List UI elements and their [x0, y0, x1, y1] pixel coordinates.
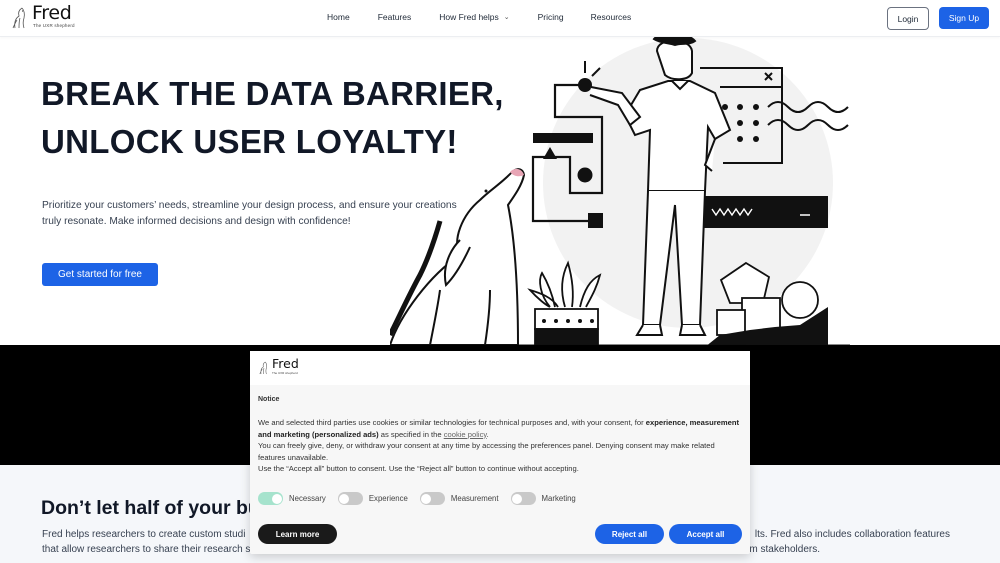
notice-text-line2: You can freely give, deny, or withdraw y… — [258, 441, 715, 462]
signup-button[interactable]: Sign Up — [939, 7, 989, 29]
nav-how-fred-helps-label: How Fred helps — [439, 12, 499, 22]
nav-how-fred-helps[interactable]: How Fred helps ⌄ — [439, 12, 509, 22]
main-menu: Home Features How Fred helps ⌄ Pricing R… — [327, 12, 631, 22]
dog-logo-icon — [12, 7, 25, 29]
nav-pricing[interactable]: Pricing — [538, 12, 564, 22]
brand-name: Fred — [32, 2, 72, 24]
cookie-dialog-header: Fred The UXR shepherd — [250, 351, 750, 385]
toggle-switch-off[interactable] — [419, 492, 445, 505]
toggle-switch-off[interactable] — [510, 492, 536, 505]
notice-text-part1: We and selected third parties use cookie… — [258, 418, 646, 427]
login-button[interactable]: Login — [887, 7, 929, 30]
toggle-marketing[interactable]: Marketing — [510, 492, 576, 505]
notice-heading: Notice — [258, 396, 280, 403]
bar-shape — [533, 133, 593, 143]
top-navigation: Fred The UXR shepherd Home Features How … — [0, 0, 1000, 37]
reject-all-button[interactable]: Reject all — [595, 524, 664, 544]
toggle-experience[interactable]: Experience — [337, 492, 408, 505]
toggle-necessary[interactable]: Necessary — [258, 492, 326, 505]
brand-tagline: The UXR shepherd — [33, 23, 75, 28]
notice-text-part3: . — [486, 429, 489, 439]
notice-text-part2: as specified in the — [378, 429, 444, 439]
learn-more-button[interactable]: Learn more — [258, 524, 337, 544]
hero-illustration — [390, 35, 850, 347]
cookie-policy-link[interactable]: cookie policy — [444, 430, 487, 439]
notice-text: We and selected third parties use cookie… — [258, 417, 743, 475]
section-paragraph-left-1: Fred helps researchers to create custom … — [42, 529, 246, 540]
light-dot — [578, 78, 592, 92]
dog — [390, 168, 526, 346]
toggle-switch-on[interactable] — [258, 492, 283, 505]
dog-logo-icon — [259, 361, 267, 375]
toggle-label: Experience — [368, 494, 408, 503]
section-paragraph-right-2: m stakeholders. — [749, 543, 820, 555]
toggle-switch-off[interactable] — [337, 492, 363, 505]
cookie-brand-name: Fred — [272, 356, 299, 371]
get-started-button[interactable]: Get started for free — [42, 263, 158, 286]
nav-features[interactable]: Features — [378, 12, 412, 22]
toggle-label: Measurement — [450, 494, 499, 503]
section-paragraph-right-1: lts. Fred also includes collaboration fe… — [754, 529, 950, 540]
accept-all-button[interactable]: Accept all — [669, 524, 742, 544]
notice-text-line3: Use the “Accept all” button to consent. … — [258, 464, 579, 473]
section-title: Don’t let half of your bu — [41, 497, 260, 519]
section-paragraph-left-2: that allow researchers to share their re… — [42, 543, 251, 555]
toggle-measurement[interactable]: Measurement — [419, 492, 499, 505]
consent-toggles: Necessary Experience Measurement Marketi… — [258, 492, 588, 505]
toggle-label: Marketing — [541, 494, 576, 503]
cookie-consent-dialog: Fred The UXR shepherd Notice We and sele… — [250, 351, 750, 554]
square-shape — [588, 213, 603, 228]
cookie-brand-tagline: The UXR shepherd — [272, 371, 298, 375]
nav-resources[interactable]: Resources — [591, 12, 632, 22]
circle-shape — [577, 167, 593, 183]
toggle-label: Necessary — [289, 494, 326, 503]
dog-eye — [484, 189, 488, 193]
chevron-down-icon: ⌄ — [503, 14, 510, 21]
brand-logo[interactable]: Fred The UXR shepherd — [10, 3, 75, 30]
nav-home[interactable]: Home — [327, 12, 350, 22]
